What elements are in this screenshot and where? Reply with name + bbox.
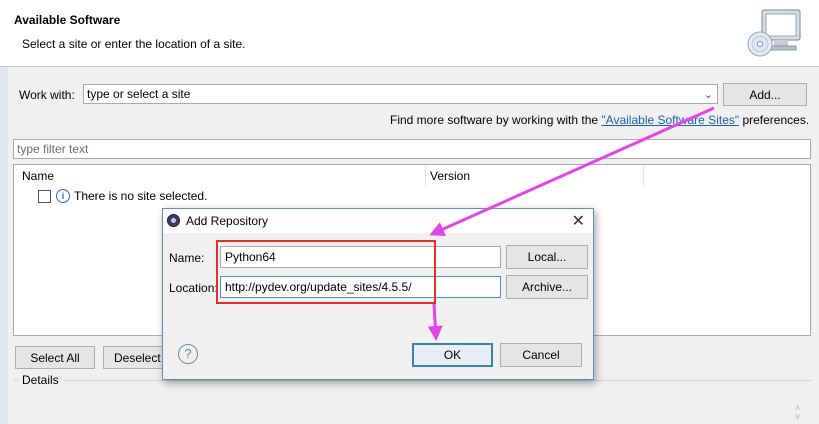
annotation-arrow-to-ok — [427, 303, 443, 341]
annotation-arrows — [427, 106, 715, 341]
annotation-arrow-to-fields — [429, 106, 715, 236]
